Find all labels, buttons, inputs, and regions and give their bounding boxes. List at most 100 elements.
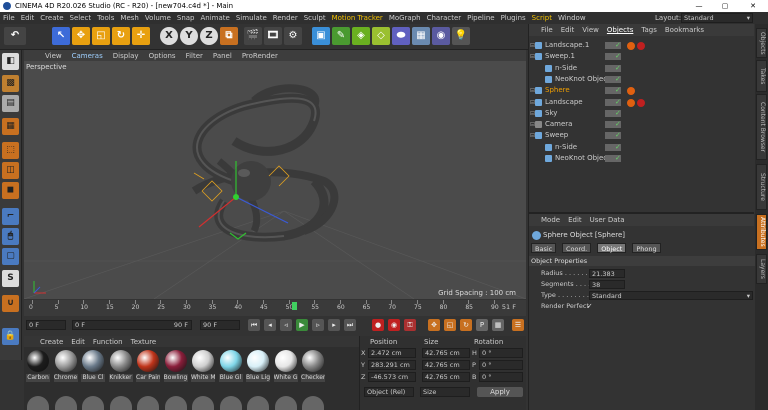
timeline-menu-icon[interactable]: ☰ bbox=[512, 319, 524, 331]
render-picture-viewer-icon[interactable]: 🎞 bbox=[264, 27, 282, 45]
select-tool-icon[interactable]: ↖ bbox=[52, 27, 70, 45]
size-field[interactable]: 42.765 cm bbox=[422, 348, 470, 358]
preview-range-slider[interactable]: 0 F 90 F bbox=[72, 320, 192, 330]
coord-mode-select[interactable]: Object (Rel) bbox=[364, 387, 414, 397]
rotation-field[interactable]: 0 ° bbox=[479, 360, 523, 370]
timeline[interactable]: 0 5 10 15 20 25 30 35 40 45 50 55 60 65 70 75 80 85 90 51 … bbox=[24, 300, 526, 316]
model-mode-icon[interactable]: ▩ bbox=[2, 75, 19, 92]
enable-axis-icon[interactable]: ⌐ bbox=[2, 208, 19, 225]
size-field[interactable]: 42.765 cm bbox=[422, 372, 470, 382]
scale-tool-icon[interactable]: ◱ bbox=[92, 27, 110, 45]
texture-mode-icon[interactable]: ▤ bbox=[2, 95, 19, 112]
material-swatch[interactable]: Carbon bbox=[26, 350, 50, 384]
menu-item-edit[interactable]: Edit bbox=[18, 14, 38, 22]
attribute-menu-user-data[interactable]: User Data bbox=[586, 216, 629, 224]
position-field[interactable]: 283.291 cm bbox=[368, 360, 416, 370]
tab-phong[interactable]: Phong bbox=[632, 243, 661, 253]
undo-icon[interactable]: ↶ bbox=[4, 27, 26, 45]
object-menu-file[interactable]: File bbox=[537, 26, 557, 34]
segments-field[interactable]: 38 bbox=[589, 280, 625, 289]
enable-check-icon[interactable]: ✓ bbox=[615, 153, 621, 164]
tweak-icon[interactable]: 🖱 bbox=[2, 228, 19, 245]
material-menu-create[interactable]: Create bbox=[36, 338, 67, 346]
key-parameter-icon[interactable]: P bbox=[476, 319, 488, 331]
snap-icon[interactable]: S bbox=[2, 270, 19, 287]
object-row[interactable]: NeoKnot Object ✓ bbox=[529, 74, 755, 85]
floor-icon[interactable]: ▦ bbox=[412, 27, 430, 45]
move-tool-icon[interactable]: ✥ bbox=[72, 27, 90, 45]
object-menu-view[interactable]: View bbox=[578, 26, 603, 34]
object-tag-icon[interactable] bbox=[637, 98, 645, 107]
menu-item-simulate[interactable]: Simulate bbox=[233, 14, 270, 22]
next-frame-icon[interactable]: ▹ bbox=[312, 319, 324, 331]
viewport-menu-prorender[interactable]: ProRender bbox=[237, 52, 283, 60]
object-row[interactable]: NeoKnot Object ✓ bbox=[529, 153, 755, 164]
material-swatch[interactable]: White G bbox=[273, 350, 298, 384]
viewport[interactable]: Perspective Grid Spacing : 100 cm bbox=[24, 61, 526, 299]
object-menu-tags[interactable]: Tags bbox=[637, 26, 661, 34]
go-to-end-icon[interactable]: ⏭ bbox=[344, 319, 356, 331]
viewport-menu-cameras[interactable]: Cameras bbox=[67, 52, 108, 60]
autokey-icon[interactable]: ◉ bbox=[388, 319, 400, 331]
tab-object[interactable]: Object bbox=[597, 243, 627, 253]
side-tab-attributes[interactable]: Attributes bbox=[756, 214, 767, 250]
rotation-field[interactable]: 0 ° bbox=[479, 372, 523, 382]
viewport-menu-filter[interactable]: Filter bbox=[181, 52, 208, 60]
tab-coord[interactable]: Coord. bbox=[562, 243, 592, 253]
enable-check-icon[interactable]: ✓ bbox=[615, 119, 621, 130]
coordinate-system-icon[interactable]: ⧉ bbox=[220, 27, 238, 45]
attribute-menu-mode[interactable]: Mode bbox=[537, 216, 564, 224]
menu-item-script[interactable]: Script bbox=[529, 14, 555, 22]
rotate-tool-icon[interactable]: ↻ bbox=[112, 27, 130, 45]
y-axis-button[interactable]: Y bbox=[180, 27, 198, 45]
menu-item-pipeline[interactable]: Pipeline bbox=[464, 14, 497, 22]
workplane-icon[interactable]: ▦ bbox=[2, 118, 19, 135]
object-row[interactable]: ⊟ Camera ✓ bbox=[529, 119, 755, 130]
size-field[interactable]: 42.765 cm bbox=[422, 360, 470, 370]
enable-check-icon[interactable]: ✓ bbox=[615, 74, 621, 85]
material-swatch[interactable]: Blue Lig bbox=[246, 350, 270, 384]
material-menu-texture[interactable]: Texture bbox=[127, 338, 161, 346]
side-tab-content-browser[interactable]: Content Browser bbox=[756, 94, 767, 160]
menu-item-select[interactable]: Select bbox=[67, 14, 95, 22]
soft-selection-icon[interactable]: ▢ bbox=[2, 248, 19, 265]
object-row[interactable]: ⊟ Sweep ✓ bbox=[529, 130, 755, 141]
recent-tool-icon[interactable]: ✛ bbox=[132, 27, 150, 45]
material-swatch[interactable]: Checker bbox=[301, 350, 325, 384]
menu-item-sculpt[interactable]: Sculpt bbox=[301, 14, 329, 22]
cube-icon[interactable]: ▣ bbox=[312, 27, 330, 45]
side-tab-takes[interactable]: Takes bbox=[756, 60, 767, 92]
material-swatch[interactable]: Knikker bbox=[108, 350, 133, 384]
object-tag-icon[interactable] bbox=[637, 42, 645, 50]
menu-item-create[interactable]: Create bbox=[37, 14, 66, 22]
previous-key-icon[interactable]: ◂ bbox=[264, 319, 276, 331]
points-mode-icon[interactable]: ⬚ bbox=[2, 142, 19, 159]
x-axis-button[interactable]: X bbox=[160, 27, 178, 45]
record-icon[interactable]: ● bbox=[372, 319, 384, 331]
render-view-icon[interactable]: 🎬 bbox=[244, 27, 262, 45]
polygons-mode-icon[interactable]: ◼ bbox=[2, 182, 19, 199]
key-position-icon[interactable]: ✥ bbox=[428, 319, 440, 331]
menu-item-render[interactable]: Render bbox=[270, 14, 301, 22]
tab-basic[interactable]: Basic bbox=[531, 243, 557, 253]
object-row[interactable]: ⊟ Landscape ✓ bbox=[529, 97, 755, 108]
menu-item-file[interactable]: File bbox=[0, 14, 18, 22]
enable-check-icon[interactable]: ✓ bbox=[615, 85, 621, 96]
object-menu-objects[interactable]: Objects bbox=[603, 26, 637, 34]
lock-icon[interactable]: 🔒 bbox=[2, 328, 19, 345]
material-swatch[interactable]: Blue Gl bbox=[218, 350, 243, 384]
material-menu-edit[interactable]: Edit bbox=[67, 338, 89, 346]
material-swatch[interactable]: Blue Cl bbox=[81, 350, 105, 384]
subdivision-icon[interactable]: ◈ bbox=[352, 27, 370, 45]
object-tag-icon[interactable] bbox=[627, 87, 635, 96]
material-swatch-partial[interactable] bbox=[82, 396, 104, 410]
enable-check-icon[interactable]: ✓ bbox=[615, 40, 621, 51]
enable-check-icon[interactable]: ✓ bbox=[615, 51, 621, 62]
end-frame-field[interactable]: 90 F bbox=[200, 320, 240, 330]
camera-icon[interactable]: ◉ bbox=[432, 27, 450, 45]
material-swatch-partial[interactable] bbox=[54, 396, 77, 410]
keyframe-selection-icon[interactable]: ⚿ bbox=[404, 319, 416, 331]
material-swatch-partial[interactable] bbox=[164, 396, 187, 410]
position-field[interactable]: 2.472 cm bbox=[368, 348, 416, 358]
object-row[interactable]: ⊟ Sphere ✓ bbox=[529, 85, 755, 96]
